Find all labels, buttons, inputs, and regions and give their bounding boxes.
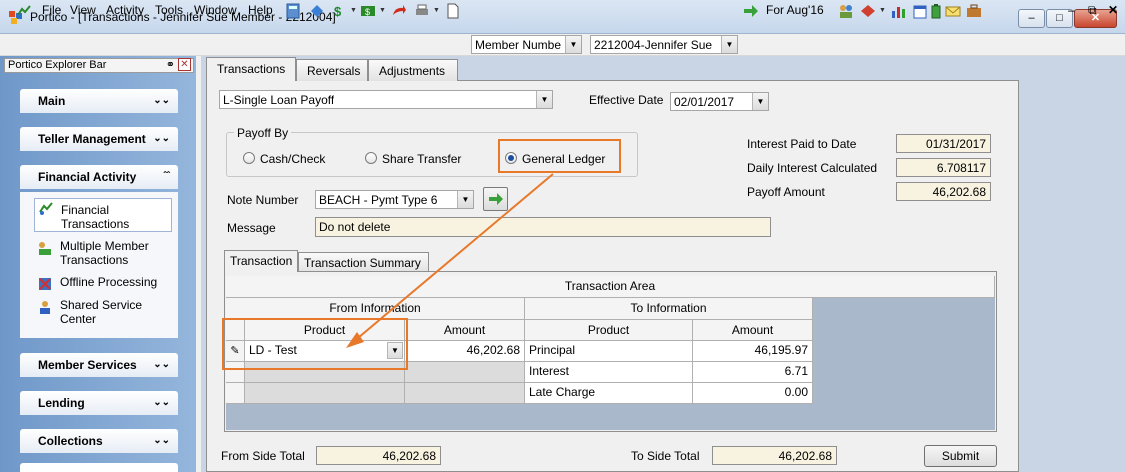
- submit-button[interactable]: Submit: [924, 445, 997, 467]
- to-side-total-label: To Side Total: [631, 449, 700, 463]
- tab-transactions[interactable]: Transactions: [206, 57, 296, 81]
- to-side-total-value: 46,202.68: [712, 446, 837, 465]
- annotation-arrow-line: [351, 173, 554, 344]
- subtab-transaction[interactable]: Transaction: [224, 250, 298, 272]
- from-side-total-value: 46,202.68: [316, 446, 441, 465]
- from-side-total-label: From Side Total: [221, 449, 305, 463]
- annotation-arrow: [346, 173, 554, 348]
